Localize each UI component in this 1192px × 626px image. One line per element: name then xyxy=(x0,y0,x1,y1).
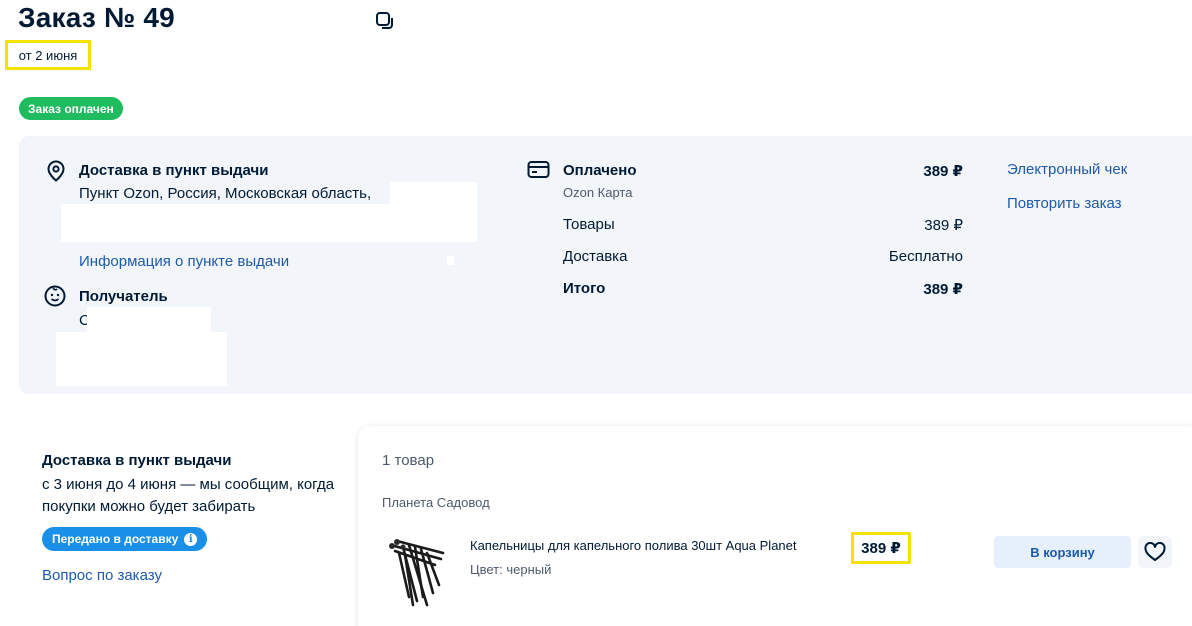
pickup-point-info-link[interactable]: Информация о пункте выдачи xyxy=(79,253,289,270)
items-label: Товары xyxy=(563,216,615,233)
product-image[interactable] xyxy=(383,535,453,609)
order-question-link[interactable]: Вопрос по заказу xyxy=(42,567,162,584)
total-label: Итого xyxy=(563,280,606,297)
product-price-highlight: 389 ₽ xyxy=(851,532,911,564)
redacted-block xyxy=(56,332,227,386)
items-value: 389 ₽ xyxy=(924,217,963,234)
redacted-block xyxy=(61,204,477,242)
add-to-cart-button[interactable]: В корзину xyxy=(994,536,1131,568)
shipment-eta-text: с 3 июня до 4 июня — мы сообщим, когда п… xyxy=(42,476,335,515)
order-date: от 2 июня xyxy=(18,47,78,63)
e-receipt-link[interactable]: Электронный чек xyxy=(1007,161,1127,178)
order-paid-badge: Заказ оплачен xyxy=(19,97,123,120)
product-color: Цвет: черный xyxy=(470,562,552,577)
redacted-block xyxy=(390,182,477,204)
delivery-cost-label: Доставка xyxy=(563,248,628,265)
repeat-order-link[interactable]: Повторить заказ xyxy=(1007,195,1122,212)
recipient-title: Получатель xyxy=(79,288,168,305)
shipment-title: Доставка в пункт выдачи xyxy=(42,452,232,469)
favorite-button[interactable] xyxy=(1138,536,1172,568)
delivery-title: Доставка в пункт выдачи xyxy=(79,162,269,179)
delivery-cost-value: Бесплатно xyxy=(888,248,963,265)
redacted-block xyxy=(447,256,454,265)
product-name[interactable]: Капельницы для капельного полива 30шт Aq… xyxy=(470,538,797,553)
paid-amount: 389 ₽ xyxy=(923,163,963,180)
payment-status: Оплачено xyxy=(563,162,637,179)
payment-card-icon xyxy=(527,161,550,178)
order-date-highlight: от 2 июня xyxy=(5,40,91,70)
seller-name[interactable]: Планета Садовод xyxy=(382,495,490,510)
items-count: 1 товар xyxy=(382,452,435,469)
page-title: Заказ № 49 xyxy=(18,2,175,33)
copy-icon[interactable] xyxy=(374,10,396,32)
recipient-icon xyxy=(44,285,66,307)
info-icon[interactable]: i xyxy=(184,532,198,546)
payment-method: Ozon Карта xyxy=(563,185,633,200)
shipment-status-label: Передано в доставку xyxy=(52,532,179,546)
total-value: 389 ₽ xyxy=(923,281,963,298)
shipment-status-badge[interactable]: Передано в доставку i xyxy=(42,527,208,551)
delivery-address: Пункт Ozon, Россия, Московская область, xyxy=(79,185,372,202)
location-pin-icon xyxy=(47,160,65,182)
product-price: 389 ₽ xyxy=(861,540,901,557)
redacted-block xyxy=(87,307,211,333)
items-card xyxy=(358,426,1192,626)
heart-icon xyxy=(1144,542,1166,561)
